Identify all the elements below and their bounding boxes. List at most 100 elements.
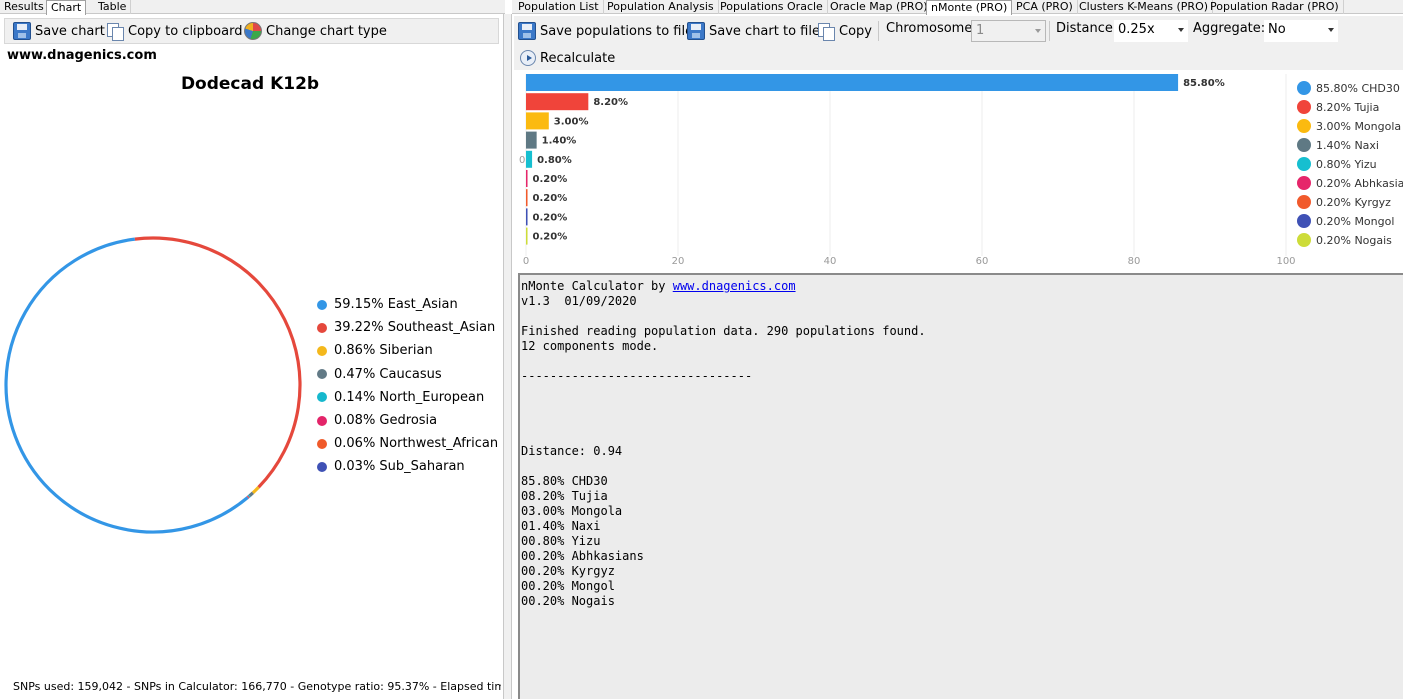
console-line: 85.80% CHD30 bbox=[521, 474, 608, 488]
pie-chart-icon bbox=[244, 22, 262, 40]
bar-legend-label: 3.00% Mongola bbox=[1316, 120, 1401, 133]
legend-color-dot bbox=[1297, 176, 1311, 190]
bar-legend-label: 0.20% Abhkasians bbox=[1316, 177, 1403, 190]
pie-slice-3 bbox=[248, 491, 254, 497]
chromosome-label: Chromosome bbox=[886, 21, 973, 36]
pie-slice-4 bbox=[247, 494, 251, 498]
y-axis-label: 0 bbox=[519, 155, 525, 166]
x-tick-label: 40 bbox=[824, 256, 837, 267]
pie-legend-item: 39.22% Southeast_Asian bbox=[317, 320, 495, 335]
bar-data-label: 0.20% bbox=[533, 232, 568, 243]
bar-legend-label: 0.20% Mongol bbox=[1316, 215, 1394, 228]
console-line: 03.00% Mongola bbox=[521, 504, 623, 518]
panel-splitter[interactable] bbox=[503, 14, 512, 699]
floppy-disk-icon bbox=[518, 22, 536, 40]
recalculate-label: Recalculate bbox=[540, 50, 616, 66]
bar-data-label: 0.20% bbox=[533, 193, 568, 204]
status-bar: SNPs used: 159,042 - SNPs in Calculator:… bbox=[13, 680, 501, 693]
legend-color-dot bbox=[317, 345, 327, 356]
save-chart-label: Save chart bbox=[35, 23, 105, 39]
pie-legend-label: 0.47% Caucasus bbox=[334, 366, 442, 382]
pie-slice-2 bbox=[251, 486, 260, 495]
tab-nmonte[interactable]: nMonte (PRO) bbox=[926, 0, 1013, 15]
legend-color-dot bbox=[317, 461, 327, 472]
legend-color-dot bbox=[1297, 195, 1311, 209]
bar-yizu bbox=[526, 150, 533, 168]
change-chart-type-button[interactable]: Change chart type bbox=[244, 20, 387, 42]
aggregate-value: No bbox=[1268, 22, 1286, 37]
pie-slice-1 bbox=[134, 236, 302, 489]
legend-color-dot bbox=[1297, 100, 1311, 114]
pie-legend-item: 0.06% Northwest_African bbox=[317, 436, 498, 451]
tab-population-radar[interactable]: Population Radar (PRO) bbox=[1206, 0, 1344, 14]
console-line: -------------------------------- bbox=[521, 369, 753, 383]
tab-table[interactable]: Table bbox=[94, 0, 132, 14]
floppy-disk-icon bbox=[13, 22, 31, 40]
watermark: www.dnagenics.com bbox=[7, 48, 157, 63]
bar-data-label: 0.80% bbox=[537, 155, 572, 166]
chromosome-select[interactable]: 1 bbox=[971, 20, 1046, 42]
bar-legend-label: 0.80% Yizu bbox=[1316, 158, 1377, 171]
console-line: Distance: 0.94 bbox=[521, 444, 623, 458]
tab-oracle-map[interactable]: Oracle Map (PRO) bbox=[826, 0, 933, 14]
legend-color-dot bbox=[317, 369, 327, 380]
tab-populations-oracle[interactable]: Populations Oracle bbox=[716, 0, 828, 14]
bar-data-label: 0.20% bbox=[533, 212, 568, 223]
bar-data-label: 3.00% bbox=[554, 116, 589, 127]
legend-color-dot bbox=[317, 438, 327, 449]
save-populations-button[interactable]: Save populations to file bbox=[518, 20, 693, 42]
bar-chd30 bbox=[526, 74, 1179, 91]
bar-tujia bbox=[526, 93, 589, 111]
copy-to-clipboard-label: Copy to clipboard bbox=[128, 23, 243, 39]
save-chart-button[interactable]: Save chart bbox=[13, 20, 105, 42]
pie-legend-item: 0.03% Sub_Saharan bbox=[317, 459, 465, 474]
pie-chart bbox=[4, 236, 302, 534]
x-tick-label: 100 bbox=[1276, 256, 1295, 267]
legend-color-dot bbox=[317, 392, 327, 403]
save-populations-label: Save populations to file bbox=[540, 23, 694, 39]
save-chart-to-file-button[interactable]: Save chart to file bbox=[687, 20, 820, 42]
distance-label: Distance: bbox=[1056, 21, 1118, 36]
console-line: 00.20% Kyrgyz bbox=[521, 564, 615, 578]
tab-population-list[interactable]: Population List bbox=[514, 0, 604, 14]
copy-button[interactable]: Copy bbox=[817, 20, 872, 42]
bar-abhkasians bbox=[526, 170, 528, 187]
console-line: 00.20% Abhkasians bbox=[521, 549, 644, 563]
play-icon bbox=[520, 50, 536, 66]
console-line: Finished reading population data. 290 po… bbox=[521, 324, 926, 338]
pie-legend-item: 0.86% Siberian bbox=[317, 343, 433, 358]
bar-data-label: 0.20% bbox=[533, 174, 568, 185]
bar-data-label: 85.80% bbox=[1183, 78, 1225, 89]
copy-label: Copy bbox=[839, 23, 872, 39]
tab-pca[interactable]: PCA (PRO) bbox=[1012, 0, 1078, 14]
left-toolbar: Save chart Copy to clipboard Change char… bbox=[4, 18, 499, 44]
bar-legend-label: 85.80% CHD30 bbox=[1316, 82, 1400, 95]
pie-legend-label: 0.14% North_European bbox=[334, 389, 485, 405]
legend-color-dot bbox=[317, 299, 327, 310]
tab-population-analysis[interactable]: Population Analysis bbox=[603, 0, 719, 14]
distance-value: 0.25x bbox=[1118, 22, 1155, 37]
chromosome-value: 1 bbox=[976, 23, 985, 38]
aggregate-label: Aggregate: bbox=[1193, 21, 1266, 36]
pie-legend-label: 0.86% Siberian bbox=[334, 343, 433, 359]
x-tick-label: 80 bbox=[1128, 256, 1141, 267]
tab-clusters-kmeans[interactable]: Clusters K-Means (PRO) bbox=[1075, 0, 1214, 14]
toolbar-separator bbox=[878, 21, 879, 41]
console-line: 00.80% Yizu bbox=[521, 534, 601, 548]
bar-legend-label: 0.20% Kyrgyz bbox=[1316, 196, 1391, 209]
tab-chart[interactable]: Chart bbox=[46, 0, 87, 15]
pie-legend-item: 0.47% Caucasus bbox=[317, 367, 442, 382]
tab-results[interactable]: Results bbox=[0, 0, 49, 14]
legend-color-dot bbox=[1297, 119, 1311, 133]
distance-select[interactable]: 0.25x bbox=[1114, 20, 1188, 42]
pie-chart-title: Dodecad K12b bbox=[180, 74, 320, 94]
console-output[interactable]: nMonte Calculator by www.dnagenics.com v… bbox=[518, 273, 1403, 699]
pie-legend-item: 0.08% Gedrosia bbox=[317, 413, 437, 428]
x-tick-label: 20 bbox=[672, 256, 685, 267]
bar-chart: 0 20 40 60 80 100 0 85.80% 8.20% 3.00% 1.40% 0.80% 0… bbox=[519, 74, 1403, 267]
recalculate-button[interactable]: Recalculate bbox=[520, 47, 615, 69]
copy-to-clipboard-button[interactable]: Copy to clipboard bbox=[106, 20, 242, 42]
x-tick-label: 0 bbox=[523, 256, 529, 267]
dnagenics-link[interactable]: www.dnagenics.com bbox=[673, 279, 796, 293]
aggregate-select[interactable]: No bbox=[1264, 20, 1338, 42]
